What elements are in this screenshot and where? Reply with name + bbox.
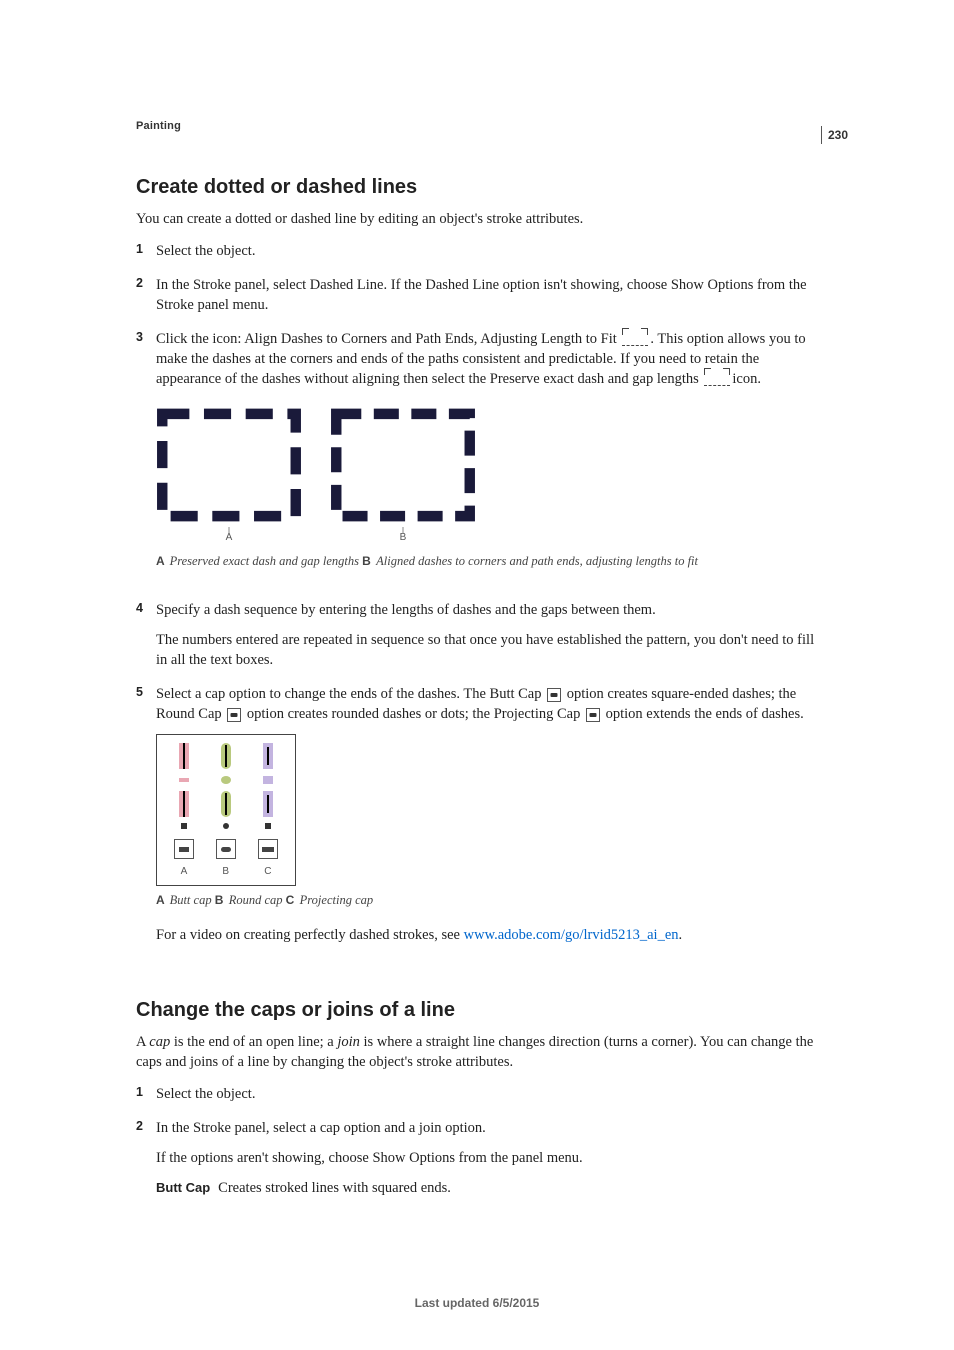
video-pre: For a video on creating perfectly dashed…: [156, 927, 464, 943]
fig2-cap-C-letter: C: [286, 893, 298, 907]
figure1-caption: A Preserved exact dash and gap lengths B…: [156, 553, 818, 570]
def-butt-cap: Butt Cap Creates stroked lines with squar…: [156, 1178, 818, 1198]
step-4-text: Specify a dash sequence by entering the …: [156, 602, 656, 618]
s2-step-2-text: In the Stroke panel, select a cap option…: [156, 1120, 486, 1136]
dash-label-b: B: [400, 531, 407, 545]
intro-paragraph: You can create a dotted or dashed line b…: [136, 209, 818, 229]
s2-step-1-text: Select the object.: [156, 1086, 255, 1102]
cap-letter-b: B: [222, 865, 229, 879]
fig1-cap-B-text: Aligned dashes to corners and path ends,…: [376, 554, 698, 568]
round-cap-icon: [227, 708, 241, 722]
heading-change-caps: Change the caps or joins of a line: [136, 999, 818, 1022]
step-5-video: For a video on creating perfectly dashed…: [156, 925, 818, 945]
intro-b: is the end of an open line; a: [170, 1034, 337, 1050]
step-1-text: Select the object.: [156, 243, 255, 259]
projecting-cap-button-icon: [258, 839, 278, 859]
fig1-cap-B-letter: B: [362, 554, 374, 568]
cap-col-c: [247, 743, 289, 859]
fig2-cap-B-text: Round cap: [229, 893, 286, 907]
page-number: 230: [821, 126, 848, 144]
butt-cap-icon: [547, 688, 561, 702]
chapter-label: Painting: [136, 120, 818, 132]
step-5-text-a: Select a cap option to change the ends o…: [156, 686, 545, 702]
s2-step-1: Select the object.: [136, 1084, 818, 1118]
figure-dash-alignment: A B: [156, 399, 818, 547]
dash-demo-a: A: [156, 399, 302, 547]
fig2-cap-A-letter: A: [156, 893, 168, 907]
fig1-cap-A-text: Preserved exact dash and gap lengths: [170, 554, 363, 568]
dash-rect-b-svg: [330, 405, 476, 525]
steps-list-1: Select the object. In the Stroke panel, …: [136, 241, 818, 959]
step-5-text-c: option creates rounded dashes or dots; t…: [243, 706, 584, 722]
cap-col-a: [163, 743, 205, 859]
step-5: Select a cap option to change the ends o…: [136, 684, 818, 959]
heading-create-dotted: Create dotted or dashed lines: [136, 176, 818, 199]
dash-demo-b: B: [330, 399, 476, 547]
step-3-text-c: icon.: [732, 371, 761, 387]
step-4-sub: The numbers entered are repeated in sequ…: [156, 630, 818, 670]
fig2-cap-B-letter: B: [215, 893, 227, 907]
video-post: .: [679, 927, 683, 943]
term-join: join: [337, 1034, 360, 1050]
step-5-text-d: option extends the ends of dashes.: [602, 706, 804, 722]
def-butt-text: Creates stroked lines with squared ends.: [218, 1180, 451, 1196]
cap-letter-c: C: [264, 865, 271, 879]
dash-label-a: A: [226, 531, 233, 545]
step-3-text-a: Click the icon: Align Dashes to Corners …: [156, 331, 620, 347]
step-4: Specify a dash sequence by entering the …: [136, 600, 818, 684]
round-cap-button-icon: [216, 839, 236, 859]
butt-cap-button-icon: [174, 839, 194, 859]
step-3: Click the icon: Align Dashes to Corners …: [136, 329, 818, 600]
steps-list-2: Select the object. In the Stroke panel, …: [136, 1084, 818, 1212]
figure2-caption: A Butt cap B Round cap C Projecting cap: [156, 892, 818, 909]
fig1-cap-A-letter: A: [156, 554, 168, 568]
step-2: In the Stroke panel, select Dashed Line.…: [136, 275, 818, 329]
fig2-cap-C-text: Projecting cap: [300, 893, 373, 907]
projecting-cap-icon: [586, 708, 600, 722]
term-cap: cap: [149, 1034, 170, 1050]
cap-col-b: [205, 743, 247, 859]
video-link[interactable]: www.adobe.com/go/lrvid5213_ai_en: [464, 927, 679, 943]
fig2-cap-A-text: Butt cap: [170, 893, 215, 907]
figure-cap-options: A B C: [156, 734, 818, 886]
page: 230 Painting Create dotted or dashed lin…: [0, 0, 954, 1350]
def-butt-term: Butt Cap: [156, 1180, 210, 1195]
intro-a: A: [136, 1034, 149, 1050]
cap-letter-a: A: [181, 865, 188, 879]
step-2-text: In the Stroke panel, select Dashed Line.…: [156, 277, 807, 313]
step-1: Select the object.: [136, 241, 818, 275]
page-footer: Last updated 6/5/2015: [0, 1296, 954, 1310]
s2-step-2: In the Stroke panel, select a cap option…: [136, 1118, 818, 1212]
s2-step-2-sub: If the options aren't showing, choose Sh…: [156, 1148, 818, 1168]
preserve-lengths-icon: [704, 372, 730, 386]
dash-rect-a-svg: [156, 405, 302, 525]
section2-intro: A cap is the end of an open line; a join…: [136, 1032, 818, 1072]
align-dashes-icon: [622, 332, 648, 346]
